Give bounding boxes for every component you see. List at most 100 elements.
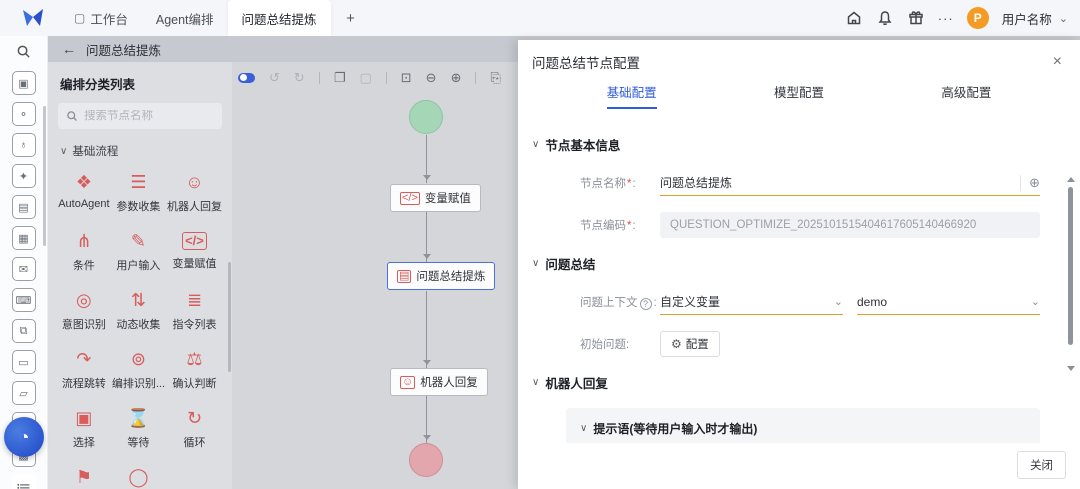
palette-node-intent-recognize[interactable]: ◎ 意图识别 — [58, 289, 110, 332]
dynamic-collect-icon: ⇅ — [130, 290, 146, 310]
assistant-widget[interactable]: ◔ — [4, 417, 44, 457]
prompt-panel: ∨ 提示语(等待用户输入时才输出) ⟳ 同步 流式输出: ≡ — [566, 408, 1040, 443]
globe-icon[interactable]: ⊕ — [1020, 174, 1040, 191]
tab-current-flow[interactable]: 问题总结提炼 — [227, 0, 331, 36]
palette-node-wait[interactable]: ⌛ 等待 — [112, 407, 165, 450]
section-question-summary[interactable]: ∨ 问题总结 — [532, 254, 1040, 273]
zoom-out-icon[interactable]: ⊖ — [426, 71, 437, 84]
palette-node-user-input[interactable]: ✎ 用户输入 — [112, 230, 165, 273]
more-menu-icon[interactable]: ··· — [938, 11, 954, 26]
configure-button[interactable]: ⚙ 配置 — [660, 331, 720, 357]
section-bot-reply[interactable]: ∨ 机器人回复 — [532, 373, 1040, 392]
palette-node-autoagent[interactable]: ❖ AutoAgent — [58, 171, 110, 214]
tab-model-config[interactable]: 模型配置 — [715, 82, 882, 117]
copy-icon[interactable]: ❐ — [334, 71, 346, 84]
rail-app-icon-3[interactable]: ♁ — [11, 133, 36, 157]
rail-app-icon-1[interactable]: ▣ — [11, 71, 36, 95]
palette-node-param-collect[interactable]: ☰ 参数收集 — [112, 171, 165, 214]
flow-edge — [422, 291, 431, 368]
config-scrollbar[interactable] — [1065, 177, 1077, 371]
rail-app-icon-8[interactable]: ⌨ — [11, 288, 36, 312]
scroll-down-icon[interactable] — [1067, 366, 1075, 371]
config-panel-title: 问题总结节点配置 — [532, 56, 640, 71]
palette-grid: ❖ AutoAgent ☰ 参数收集 ☺ 机器人回复 ⋔ 条件 ✎ 用户输入 <… — [58, 171, 222, 489]
user-menu-chevron-icon[interactable]: ⌄ — [1059, 12, 1068, 25]
autoagent-icon: ❖ — [75, 172, 92, 192]
paste-icon[interactable]: ▢ — [359, 71, 371, 84]
rail-app-icon-7[interactable]: ✉ — [11, 257, 36, 281]
home-icon[interactable] — [845, 9, 863, 27]
select-icon: ▣ — [75, 408, 93, 428]
close-button[interactable]: 关闭 — [1017, 451, 1066, 479]
help-icon[interactable]: ? — [639, 298, 652, 310]
rail-app-icon-10[interactable]: ▭ — [11, 350, 36, 374]
tab-basic-config[interactable]: 基础配置 — [548, 82, 715, 117]
rail-scrollbar[interactable] — [43, 106, 46, 246]
tab-agent-orchestration[interactable]: Agent编排 — [142, 0, 228, 36]
section-collapse-icon: ∨ — [532, 139, 540, 150]
palette-group-basic[interactable]: ∨ 基础流程 — [60, 143, 222, 159]
redo-icon[interactable]: ↻ — [294, 71, 305, 84]
scroll-up-icon[interactable] — [1067, 177, 1075, 182]
palette-node-loop[interactable]: ↻ 循环 — [167, 407, 222, 450]
palette-node-bot-reply[interactable]: ☺ 机器人回复 — [167, 171, 222, 214]
context-variable-select[interactable]: demo ⌄ — [857, 289, 1040, 315]
node-name-label: 节点名称*: — [580, 178, 636, 190]
palette-node-end[interactable]: ◯ 结束 — [112, 466, 165, 489]
chevron-down-icon: ⌄ — [1030, 296, 1040, 308]
back-button-icon[interactable]: ← — [62, 41, 76, 57]
rail-search-icon[interactable] — [12, 44, 36, 59]
close-icon[interactable]: × — [1053, 54, 1062, 70]
group-collapse-icon: ∨ — [60, 145, 68, 157]
palette-node-command-list[interactable]: ≣ 指令列表 — [167, 289, 222, 332]
rail-app-icon-5[interactable]: ▤ — [11, 195, 36, 219]
node-name-input[interactable] — [660, 175, 1021, 190]
rail-app-icon-2[interactable]: ⚬ — [11, 102, 36, 126]
palette-search-box[interactable] — [58, 103, 222, 129]
palette-node-flow-jump[interactable]: ↷ 流程跳转 — [58, 348, 110, 391]
fit-view-icon[interactable]: ⊡ — [401, 71, 412, 84]
palette-group-label: 基础流程 — [72, 146, 119, 158]
prompt-title[interactable]: ∨ 提示语(等待用户输入时才输出) — [580, 420, 1026, 437]
palette-node-select[interactable]: ▣ 选择 — [58, 407, 110, 450]
user-avatar[interactable]: P — [966, 7, 989, 29]
palette-node-recommend-command[interactable]: ⚑ 推荐指令 — [58, 466, 110, 489]
user-name[interactable]: 用户名称 — [1002, 9, 1052, 28]
gift-icon[interactable] — [907, 9, 925, 27]
palette-node-orchestrate-recognize[interactable]: ⊚ 编排识别... — [112, 348, 165, 391]
rail-app-icon-11[interactable]: ▱ — [11, 381, 36, 405]
undo-icon[interactable]: ↺ — [269, 71, 280, 84]
toolbar-divider — [475, 71, 477, 84]
rail-app-icon-14[interactable]: ≔ — [11, 474, 36, 489]
tab-workspace[interactable]: ▢ 工作台 — [60, 0, 142, 36]
palette-node-variable-assign[interactable]: </> 变量赋值 — [167, 230, 222, 273]
palette-scrollbar[interactable] — [228, 262, 231, 372]
flow-node-bot-reply[interactable]: ☺ 机器人回复 — [390, 368, 488, 396]
section-node-basic-info[interactable]: ∨ 节点基本信息 — [532, 135, 1040, 154]
tab-advanced-config[interactable]: 高级配置 — [883, 82, 1050, 117]
config-body: ∨ 节点基本信息 节点名称*: ⊕ 节点 — [518, 117, 1080, 443]
scrollbar-thumb[interactable] — [1068, 187, 1073, 345]
variable-assign-icon: </> — [182, 232, 207, 250]
rail-app-icon-6[interactable]: ▦ — [11, 226, 36, 250]
condition-icon: ⋔ — [76, 231, 92, 251]
rail-app-icon-4[interactable]: ✦ — [11, 164, 36, 188]
palette-node-confirm-judge[interactable]: ⚖ 确认判断 — [167, 348, 222, 391]
rail-app-icon-9[interactable]: ⧉ — [11, 319, 36, 343]
zoom-in-icon[interactable]: ⊕ — [451, 71, 462, 84]
export-icon[interactable]: ⎘ — [490, 71, 500, 84]
palette-node-dynamic-collect[interactable]: ⇅ 动态收集 — [112, 289, 165, 332]
tab-workspace-label: 工作台 — [90, 12, 128, 27]
flow-end-node[interactable] — [409, 443, 443, 477]
config-header: 问题总结节点配置 × — [518, 40, 1080, 78]
context-type-select[interactable]: 自定义变量 ⌄ — [660, 289, 843, 315]
node-name-field[interactable]: ⊕ — [660, 170, 1040, 196]
flow-node-question-summary[interactable]: ▤ 问题总结提炼 — [387, 262, 496, 290]
flow-start-node[interactable] — [409, 100, 443, 134]
new-tab-button[interactable]: + — [337, 6, 365, 30]
palette-node-condition[interactable]: ⋔ 条件 — [58, 230, 110, 273]
flow-node-variable-assign[interactable]: </> 变量赋值 — [390, 184, 481, 212]
palette-search-input[interactable] — [84, 110, 204, 122]
canvas-mode-toggle[interactable] — [238, 72, 255, 83]
notifications-bell-icon[interactable] — [876, 9, 894, 27]
